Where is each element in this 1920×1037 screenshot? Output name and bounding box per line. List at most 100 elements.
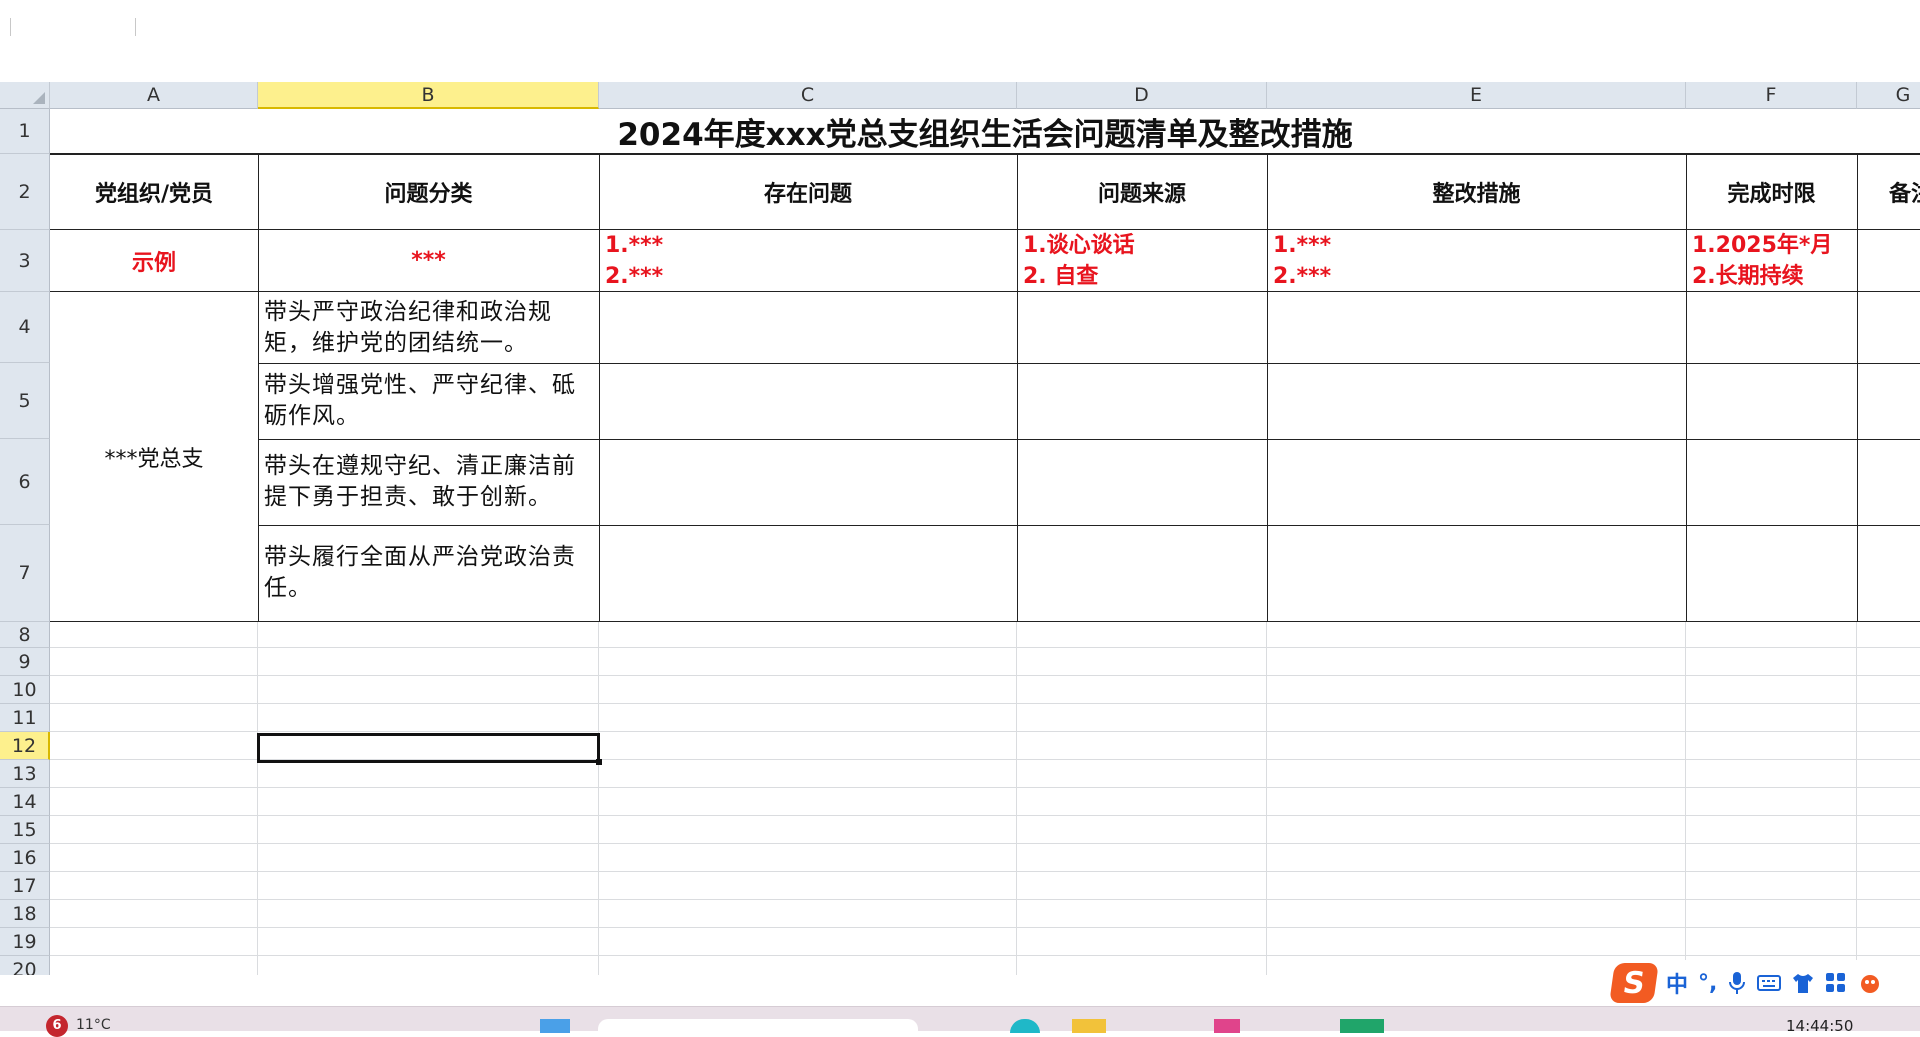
gridline bbox=[50, 731, 1920, 732]
measure-row-5[interactable] bbox=[1267, 363, 1687, 440]
example-sources[interactable]: 1.谈心谈话 2. 自查 bbox=[1017, 230, 1268, 292]
remarks-row-6[interactable] bbox=[1857, 439, 1920, 526]
ime-toolbar[interactable]: S 中 °, bbox=[1608, 960, 1920, 1006]
column-header-g[interactable]: G bbox=[1857, 82, 1920, 109]
skin-shirt-icon[interactable] bbox=[1791, 972, 1815, 994]
row-header-1[interactable]: 1 bbox=[0, 109, 50, 154]
example-measures[interactable]: 1.*** 2.*** bbox=[1267, 230, 1687, 292]
wps-app-icon[interactable] bbox=[1340, 1019, 1384, 1033]
row-header-16[interactable]: 16 bbox=[0, 844, 50, 872]
measure-row-4[interactable] bbox=[1267, 292, 1687, 364]
header-category[interactable]: 问题分类 bbox=[258, 154, 600, 230]
remarks-row-7[interactable] bbox=[1857, 525, 1920, 622]
header-source[interactable]: 问题来源 bbox=[1017, 154, 1268, 230]
row-header-18[interactable]: 18 bbox=[0, 900, 50, 928]
deadline-row-6[interactable] bbox=[1686, 439, 1858, 526]
deadline-row-7[interactable] bbox=[1686, 525, 1858, 622]
mascot-icon[interactable] bbox=[1857, 972, 1883, 994]
example-measure-2: 2.*** bbox=[1273, 263, 1332, 289]
microphone-icon[interactable] bbox=[1727, 971, 1747, 995]
row-header-4[interactable]: 4 bbox=[0, 292, 50, 363]
row-header-11[interactable]: 11 bbox=[0, 704, 50, 732]
row-header-17[interactable]: 17 bbox=[0, 872, 50, 900]
row-header-2[interactable]: 2 bbox=[0, 154, 50, 230]
deadline-row-5[interactable] bbox=[1686, 363, 1858, 440]
sogou-logo-icon[interactable]: S bbox=[1609, 963, 1659, 1003]
column-header-a[interactable]: A bbox=[50, 82, 258, 109]
source-row-4[interactable] bbox=[1017, 292, 1268, 364]
row-header-3[interactable]: 3 bbox=[0, 230, 50, 292]
row-header-20[interactable]: 20 bbox=[0, 956, 50, 975]
header-org[interactable]: 党组织/党员 bbox=[50, 154, 259, 230]
column-header-d[interactable]: D bbox=[1017, 82, 1267, 109]
row-header-5[interactable]: 5 bbox=[0, 363, 50, 439]
issue-row-6[interactable] bbox=[599, 439, 1018, 526]
gridline bbox=[50, 675, 1920, 676]
source-row-5[interactable] bbox=[1017, 363, 1268, 440]
gridline bbox=[598, 622, 599, 975]
column-header-e[interactable]: E bbox=[1267, 82, 1686, 109]
gridline bbox=[50, 703, 1920, 704]
notification-badge[interactable]: 6 bbox=[46, 1015, 68, 1037]
start-button-icon[interactable] bbox=[540, 1019, 570, 1033]
issue-row-5[interactable] bbox=[599, 363, 1018, 440]
column-header-c[interactable]: C bbox=[599, 82, 1017, 109]
example-category[interactable]: *** bbox=[258, 230, 600, 292]
file-explorer-icon[interactable] bbox=[1072, 1019, 1106, 1033]
example-deadline-2: 2.长期持续 bbox=[1692, 263, 1804, 289]
row-header-7[interactable]: 7 bbox=[0, 525, 50, 622]
column-header-b[interactable]: B bbox=[258, 82, 599, 109]
remarks-row-4[interactable] bbox=[1857, 292, 1920, 364]
search-box[interactable] bbox=[598, 1019, 918, 1033]
remarks-row-5[interactable] bbox=[1857, 363, 1920, 440]
measure-row-7[interactable] bbox=[1267, 525, 1687, 622]
gridline bbox=[1856, 622, 1857, 975]
category-row-7[interactable]: 带头履行全面从严治党政治责任。 bbox=[258, 525, 600, 622]
gridline bbox=[50, 955, 1920, 956]
example-issues[interactable]: 1.*** 2.*** bbox=[599, 230, 1018, 292]
row-header-9[interactable]: 9 bbox=[0, 648, 50, 676]
org-name-cell[interactable]: ***党总支 bbox=[50, 292, 259, 622]
example-source-2: 2. 自查 bbox=[1023, 263, 1099, 289]
taskbar-app-icon[interactable] bbox=[1214, 1019, 1240, 1033]
issue-row-7[interactable] bbox=[599, 525, 1018, 622]
source-row-6[interactable] bbox=[1017, 439, 1268, 526]
category-row-5[interactable]: 带头增强党性、严守纪律、砥砺作风。 bbox=[258, 363, 600, 440]
active-cell-selection[interactable] bbox=[257, 733, 602, 765]
header-remarks[interactable]: 备注 bbox=[1857, 154, 1920, 230]
row-header-12[interactable]: 12 bbox=[0, 732, 50, 760]
header-measures[interactable]: 整改措施 bbox=[1267, 154, 1687, 230]
gridline bbox=[50, 899, 1920, 900]
measure-row-6[interactable] bbox=[1267, 439, 1687, 526]
deadline-row-4[interactable] bbox=[1686, 292, 1858, 364]
gridline bbox=[257, 622, 258, 975]
row-header-15[interactable]: 15 bbox=[0, 816, 50, 844]
keyboard-icon[interactable] bbox=[1757, 973, 1782, 993]
row-header-6[interactable]: 6 bbox=[0, 439, 50, 525]
ime-punctuation-toggle[interactable]: °, bbox=[1698, 971, 1717, 996]
row-header-13[interactable]: 13 bbox=[0, 760, 50, 788]
category-row-4[interactable]: 带头严守政治纪律和政治规矩，维护党的团结统一。 bbox=[258, 292, 600, 364]
row-header-14[interactable]: 14 bbox=[0, 788, 50, 816]
spreadsheet-grid[interactable]: ABCDEFG 1 2 3 4 5 6 7 8 9 10 11 12 13 14 15 16 17 18 19 20 … bbox=[0, 82, 1920, 975]
header-issues[interactable]: 存在问题 bbox=[599, 154, 1018, 230]
toolbox-grid-icon[interactable] bbox=[1825, 972, 1847, 994]
example-remarks[interactable] bbox=[1857, 230, 1920, 292]
gridline bbox=[50, 647, 1920, 648]
select-all-corner[interactable] bbox=[0, 82, 50, 109]
taskbar-app-icon[interactable] bbox=[1010, 1019, 1040, 1033]
row-header-19[interactable]: 19 bbox=[0, 928, 50, 956]
name-box[interactable] bbox=[10, 18, 136, 36]
example-deadlines[interactable]: 1.2025年*月 2.长期持续 bbox=[1686, 230, 1858, 292]
row-header-8[interactable]: 8 bbox=[0, 622, 50, 648]
header-deadline[interactable]: 完成时限 bbox=[1686, 154, 1858, 230]
weather-widget[interactable]: 11°C bbox=[76, 1017, 111, 1033]
issue-row-4[interactable] bbox=[599, 292, 1018, 364]
column-header-f[interactable]: F bbox=[1686, 82, 1857, 109]
row-header-10[interactable]: 10 bbox=[0, 676, 50, 704]
category-row-6[interactable]: 带头在遵规守纪、清正廉洁前提下勇于担责、敢于创新。 bbox=[258, 439, 600, 526]
ime-language-toggle[interactable]: 中 bbox=[1666, 967, 1688, 999]
source-row-7[interactable] bbox=[1017, 525, 1268, 622]
sheet-title[interactable]: 2024年度xxx党总支组织生活会问题清单及整改措施 bbox=[50, 109, 1920, 154]
example-org[interactable]: 示例 bbox=[50, 230, 259, 292]
